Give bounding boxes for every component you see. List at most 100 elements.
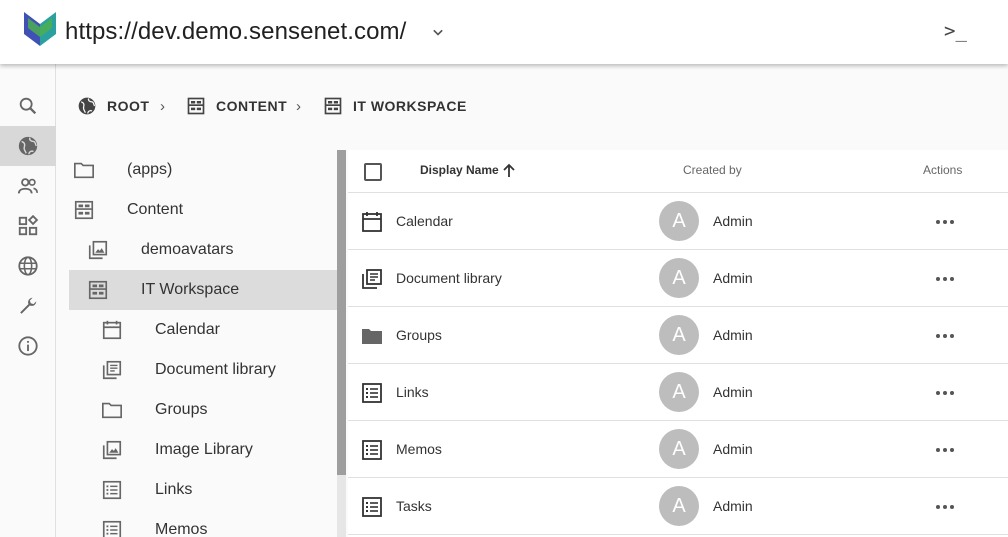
tree-item-content[interactable]: Content: [69, 190, 337, 230]
tree-item-label: demoavatars: [141, 241, 234, 258]
table-row[interactable]: Document library A Admin: [348, 250, 1008, 307]
rail-content-button[interactable]: [0, 126, 56, 166]
breadcrumb-item-it-workspace[interactable]: IT WORKSPACE: [323, 96, 467, 116]
row-actions-button[interactable]: [930, 321, 960, 351]
tree-item-label: Document library: [155, 361, 276, 378]
row-display-name[interactable]: Groups: [396, 327, 442, 343]
row-created-by: Admin: [713, 270, 753, 286]
rail-search-button[interactable]: [0, 86, 56, 126]
list-icon: [102, 480, 122, 500]
repository-url[interactable]: https://dev.demo.sensenet.com/: [65, 18, 406, 46]
more-horiz-icon: [936, 220, 954, 224]
breadcrumb-item-root[interactable]: ROOT: [77, 96, 149, 116]
tree-item-label: (apps): [127, 161, 173, 178]
breadcrumb-label: IT WORKSPACE: [353, 98, 467, 114]
command-palette-button[interactable]: >_: [944, 20, 967, 42]
rail-setup-button[interactable]: [0, 286, 56, 326]
row-display-name[interactable]: Tasks: [396, 498, 432, 514]
tree-item-label: Groups: [155, 401, 208, 418]
breadcrumb-item-content[interactable]: CONTENT: [186, 96, 287, 116]
more-horiz-icon: [936, 277, 954, 281]
breadcrumb-separator: ›: [160, 98, 165, 115]
column-header-display-name[interactable]: Display Name: [420, 163, 499, 177]
row-created-by: Admin: [713, 384, 753, 400]
tree-item-label: Memos: [155, 521, 208, 537]
tree-item-it-workspace[interactable]: IT Workspace: [69, 270, 337, 310]
table-row[interactable]: Tasks A Admin: [348, 478, 1008, 535]
wrench-icon: [20, 297, 37, 314]
rail-localization-button[interactable]: [0, 246, 56, 286]
tree-item-label: Links: [155, 481, 193, 498]
folder-icon: [102, 402, 122, 419]
panel-resize-handle[interactable]: [337, 150, 346, 475]
calendar-icon: [362, 212, 382, 232]
row-display-name[interactable]: Memos: [396, 441, 442, 457]
panel-resize-track: [337, 475, 346, 537]
table-row[interactable]: Links A Admin: [348, 364, 1008, 421]
tree-item-label: IT Workspace: [141, 281, 240, 298]
row-display-name[interactable]: Document library: [396, 270, 502, 286]
list-icon: [362, 440, 382, 460]
more-horiz-icon: [936, 505, 954, 509]
row-created-by: Admin: [713, 213, 753, 229]
breadcrumb-separator: ›: [296, 98, 301, 115]
content-tree: (apps) Content demoavatars IT Workspace …: [56, 150, 337, 537]
row-actions-button[interactable]: [930, 264, 960, 294]
document-library-icon: [362, 269, 382, 289]
row-display-name[interactable]: Links: [396, 384, 429, 400]
users-icon: [17, 178, 38, 194]
avatar: A: [659, 486, 699, 526]
folder-icon: [362, 329, 382, 344]
public-icon: [78, 97, 96, 115]
tree-item-demoavatars[interactable]: demoavatars: [69, 230, 337, 270]
more-horiz-icon: [936, 448, 954, 452]
image-library-icon: [88, 240, 108, 260]
row-display-name[interactable]: Calendar: [396, 213, 453, 229]
workspace-icon: [74, 200, 94, 220]
list-icon: [102, 520, 122, 537]
rail-version-info-button[interactable]: [0, 326, 56, 366]
table-row[interactable]: Calendar A Admin: [348, 193, 1008, 250]
tree-item-groups[interactable]: Groups: [69, 390, 337, 430]
tree-item-links[interactable]: Links: [69, 470, 337, 510]
navigation-rail: [0, 64, 56, 537]
row-actions-button[interactable]: [930, 378, 960, 408]
avatar: A: [659, 429, 699, 469]
app-header: https://dev.demo.sensenet.com/ >_: [0, 0, 1008, 64]
tree-item-memos[interactable]: Memos: [69, 510, 337, 537]
more-horiz-icon: [936, 334, 954, 338]
row-created-by: Admin: [713, 441, 753, 457]
column-header-created-by[interactable]: Created by: [683, 163, 742, 177]
arrow-up-icon[interactable]: [501, 163, 517, 179]
tree-item-label: Image Library: [155, 441, 253, 458]
rail-content-types-button[interactable]: [0, 206, 56, 246]
row-actions-button[interactable]: [930, 435, 960, 465]
avatar: A: [659, 372, 699, 412]
sensenet-logo-icon[interactable]: [24, 12, 56, 46]
search-icon: [19, 97, 37, 115]
workspace-icon: [88, 280, 108, 300]
row-created-by: Admin: [713, 327, 753, 343]
table-header: Display Name Created by Actions: [348, 150, 1008, 193]
workspace-icon: [187, 97, 205, 115]
row-actions-button[interactable]: [930, 492, 960, 522]
folder-icon: [74, 162, 94, 179]
tree-item-image-library[interactable]: Image Library: [69, 430, 337, 470]
chevron-down-icon[interactable]: [428, 22, 448, 42]
rail-users-button[interactable]: [0, 166, 56, 206]
table-row[interactable]: Memos A Admin: [348, 421, 1008, 478]
document-library-icon: [102, 360, 122, 380]
more-horiz-icon: [936, 391, 954, 395]
column-header-actions: Actions: [923, 163, 963, 177]
tree-item-apps[interactable]: (apps): [69, 150, 337, 190]
breadcrumb-label: CONTENT: [216, 98, 288, 114]
select-all-checkbox[interactable]: [364, 163, 382, 181]
row-actions-button[interactable]: [930, 207, 960, 237]
tree-item-calendar[interactable]: Calendar: [69, 310, 337, 350]
language-icon: [18, 256, 38, 276]
row-created-by: Admin: [713, 498, 753, 514]
table-row[interactable]: Groups A Admin: [348, 307, 1008, 364]
tree-item-document-library[interactable]: Document library: [69, 350, 337, 390]
tree-item-label: Calendar: [155, 321, 220, 338]
avatar: A: [659, 258, 699, 298]
